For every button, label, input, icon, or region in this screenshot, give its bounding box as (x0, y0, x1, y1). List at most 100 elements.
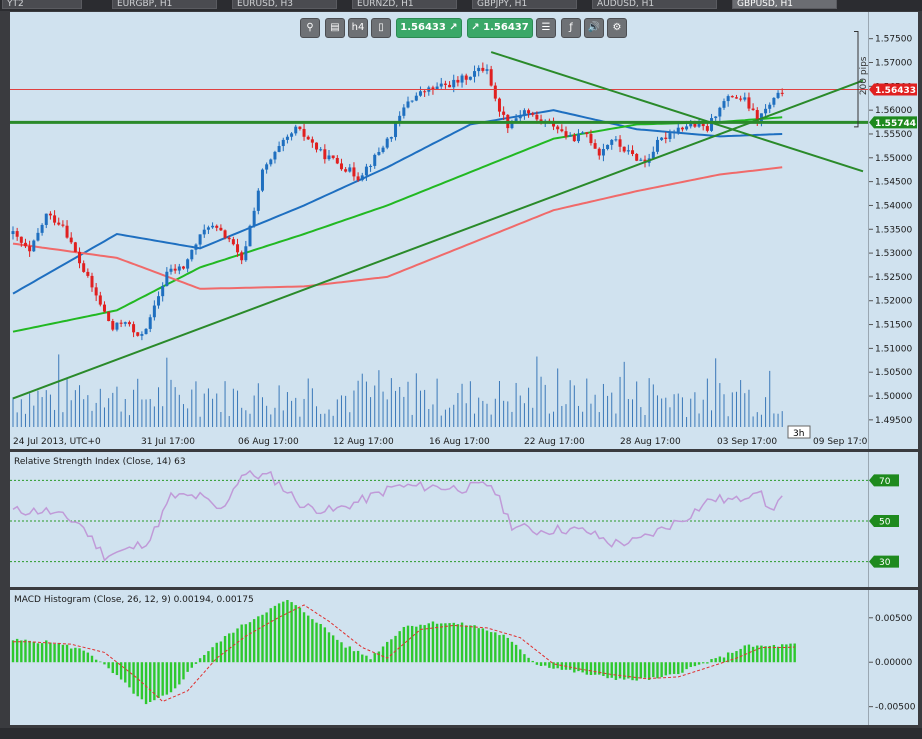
candle-body (676, 127, 680, 133)
candle-body (260, 169, 264, 191)
macd-bar (702, 662, 705, 664)
macd-bar (194, 662, 198, 664)
candle-body (369, 165, 373, 167)
candle-body (123, 322, 127, 324)
tab-2[interactable]: EURUSD, H3 (232, 0, 337, 9)
macd-bar (377, 651, 381, 663)
candle-body (352, 167, 356, 177)
price-pane[interactable]: 200 pips 24 Jul 2013, UTC+0 31 Jul 17:00 06… (10, 12, 873, 449)
macd-bar (78, 648, 81, 663)
order-list-icon[interactable]: ☰ (536, 18, 556, 38)
candle-body (381, 147, 385, 152)
x-tick-label: 28 Aug 17:00 (620, 437, 681, 447)
x-tick-label: 09 Sep 17:00 (813, 437, 868, 447)
x-tick-label: 03 Sep 17:00 (717, 437, 777, 447)
macd-bar (581, 662, 584, 673)
candles-icon[interactable]: ▯ (371, 18, 391, 38)
macd-bar (99, 661, 102, 663)
price-chart[interactable]: 200 pips 24 Jul 2013, UTC+0 31 Jul 17:00 06… (10, 12, 873, 449)
candle-body (377, 151, 381, 155)
rsi-pane[interactable] (10, 452, 868, 587)
macd-bar (527, 657, 530, 663)
candle-body (57, 222, 61, 225)
tab-3[interactable]: EURNZD, H1 (352, 0, 457, 9)
macd-bar (568, 662, 572, 670)
candle-body (219, 227, 223, 231)
macd-bar (656, 662, 659, 679)
rsi-level-label: 70 (879, 477, 891, 487)
macd-bar (560, 662, 564, 670)
sell-price-button[interactable]: 1.56433 ↗ (396, 18, 462, 38)
macd-bar (40, 643, 44, 663)
macd-bar (348, 646, 351, 663)
price-axis[interactable]: 1.575001.570001.565001.560001.555001.550… (868, 12, 918, 449)
candle-body (161, 285, 165, 297)
x-tick-label: 24 Jul 2013, UTC+0 (13, 437, 101, 447)
x-tick-label: 31 Jul 17:00 (141, 437, 195, 447)
candle-body (385, 138, 389, 148)
tab-label: AUDUSD, H1 (597, 0, 655, 9)
macd-bar (128, 662, 131, 688)
macd-bar (20, 640, 23, 663)
macd-axis: 0.00500 0.00000 -0.00500 (868, 590, 918, 725)
indicators-icon[interactable]: ƒ (561, 18, 581, 38)
rsi-chart[interactable] (10, 452, 868, 587)
support-level-badge-text: 1.55744 (875, 119, 916, 129)
tab-label: EURNZD, H1 (357, 0, 414, 9)
macd-bar (390, 639, 393, 663)
support-level-badge: 1.55744 (869, 116, 917, 129)
candle-body (119, 322, 123, 324)
macd-bar (24, 639, 27, 663)
macd-bar (623, 662, 626, 680)
macd-bar (211, 647, 214, 663)
tab-label: YT2 (7, 0, 24, 9)
candle-body (323, 149, 327, 160)
alert-icon[interactable]: 🔊 (584, 18, 604, 38)
candle-body (672, 132, 676, 134)
rsi-level-label: 30 (879, 558, 891, 568)
macd-chart[interactable] (10, 590, 868, 725)
tab-1[interactable]: EURGBP, H1 (112, 0, 217, 9)
timeframe-button[interactable]: h4 (348, 18, 368, 38)
candle-body (655, 139, 659, 152)
macd-bar (781, 644, 784, 663)
candle-body (165, 271, 169, 286)
macd-bar (94, 659, 98, 663)
rsi-level-badge: 70 (869, 474, 899, 487)
settings-icon[interactable]: ⚙ (607, 18, 627, 38)
candle-body (527, 110, 531, 114)
candle-body (198, 234, 202, 245)
macd-bar (57, 642, 60, 663)
price-axis-svg: 1.575001.570001.565001.560001.555001.550… (869, 35, 917, 426)
candle-body (157, 296, 161, 306)
tab-0[interactable]: YT2 (2, 0, 82, 9)
macd-bar (173, 662, 177, 689)
x-tick-label: 22 Aug 17:00 (524, 437, 585, 447)
macd-bar (153, 662, 156, 701)
zoom-icon[interactable]: ⚲ (300, 18, 320, 38)
macd-bar (473, 625, 476, 663)
macd-bar (706, 662, 709, 664)
y-tick-label: 1.49500 (875, 416, 912, 426)
tab-6[interactable]: GBPUSD, H1 (732, 0, 837, 9)
macd-bar (394, 635, 397, 663)
macd-bar (585, 662, 588, 675)
candle-body (743, 97, 747, 100)
macd-bar (647, 662, 651, 680)
candle-body (136, 332, 140, 336)
macd-bar (714, 658, 717, 663)
macd-bar (485, 630, 489, 663)
candle-body (522, 110, 526, 116)
tab-4[interactable]: GBPJPY, H1 (472, 0, 577, 9)
chart-style-icon[interactable]: ▤ (325, 18, 345, 38)
candle-body (701, 123, 705, 127)
tab-5[interactable]: AUDUSD, H1 (592, 0, 717, 9)
macd-pane[interactable] (10, 590, 868, 725)
macd-bar (652, 662, 655, 678)
candle-body (389, 137, 393, 139)
macd-bar (481, 628, 485, 663)
macd-bar (444, 623, 447, 663)
buy-price-button[interactable]: ↗ 1.56437 (467, 18, 533, 38)
y-tick-label: 1.57500 (875, 35, 912, 45)
candle-body (356, 176, 360, 181)
